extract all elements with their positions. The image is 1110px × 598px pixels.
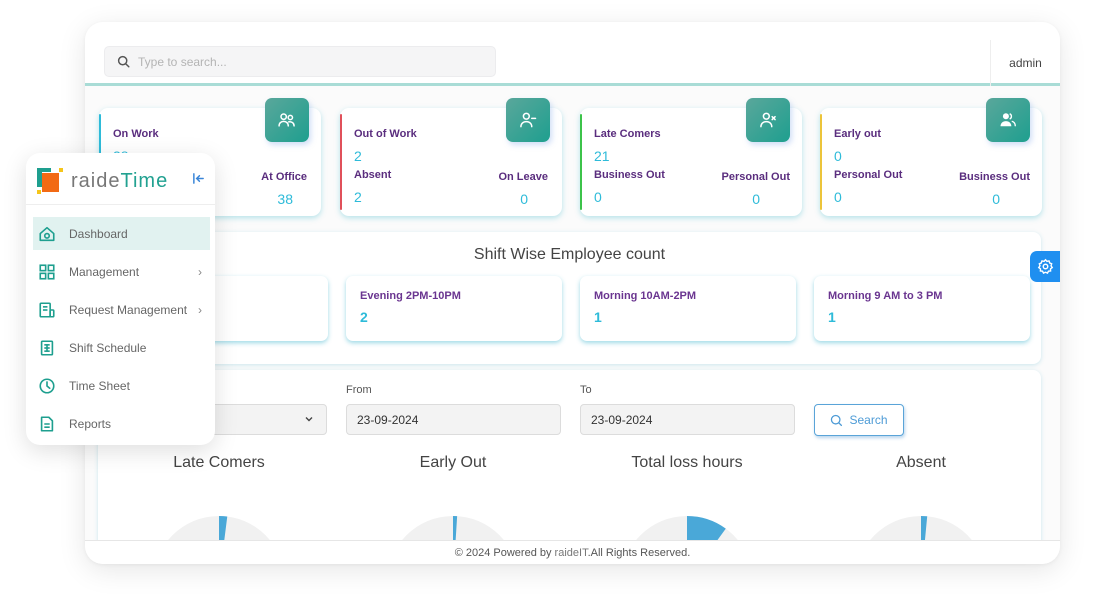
logo-mark-icon — [37, 168, 63, 194]
sidebar-item-label: Shift Schedule — [69, 340, 147, 355]
chart-title-absent: Absent — [896, 454, 946, 471]
stat-title: Late Comers — [594, 128, 661, 140]
stat-right-label: Personal Out — [721, 171, 790, 183]
top-bar: admin — [85, 22, 1060, 86]
calendar-icon — [40, 339, 54, 356]
collapse-sidebar-icon[interactable] — [192, 172, 205, 185]
search-box[interactable] — [104, 46, 496, 77]
sidebar-item-label: Management — [69, 264, 140, 279]
sidebar-item-label: Dashboard — [69, 226, 128, 241]
stat-right-label: Business Out — [959, 171, 1030, 183]
user-menu[interactable]: admin — [990, 40, 1060, 86]
stat-card-early-out[interactable]: Early out 0 Personal Out 0 Business Out … — [820, 98, 1042, 216]
user-name: admin — [1009, 56, 1042, 70]
sidebar-item-reports[interactable]: Reports — [33, 407, 210, 440]
chevron-right-icon: › — [198, 264, 202, 279]
sidebar-item-label: Reports — [69, 416, 112, 431]
search-input[interactable] — [138, 54, 468, 69]
stat-right-value: 0 — [992, 191, 1000, 207]
shift-card[interactable]: Morning 10AM-2PM 1 — [580, 276, 796, 341]
sidebar-item-request-management[interactable]: Request Management › — [33, 293, 210, 326]
sidebar-header: raideTime — [26, 153, 215, 205]
search-icon — [831, 414, 843, 426]
clock-icon — [39, 377, 55, 394]
stat-title: On Work — [113, 128, 159, 140]
users-icon — [265, 98, 309, 142]
shift-title: Shift Wise Employee count — [473, 246, 666, 263]
user-minus-icon — [506, 98, 550, 142]
card-accent — [580, 114, 582, 210]
sidebar-item-label: Time Sheet — [69, 378, 130, 393]
sidebar-item-management[interactable]: Management › — [33, 255, 210, 288]
home-icon — [39, 226, 55, 241]
stat-left-value: 2 — [354, 189, 362, 205]
to-label: To — [580, 384, 592, 396]
stat-left-value: 0 — [834, 189, 842, 205]
search-icon — [117, 55, 130, 68]
stat-left-label: Business Out — [594, 169, 665, 181]
shift-count: 2 — [360, 309, 368, 325]
shift-label: Morning 9 AM to 3 PM — [828, 290, 943, 302]
grid-icon — [39, 263, 55, 280]
chart-title-early-out: Early Out — [419, 454, 487, 471]
sidebar-item-shift-schedule[interactable]: Shift Schedule — [33, 331, 210, 364]
stat-right-label: On Leave — [498, 171, 548, 183]
chevron-right-icon: › — [198, 302, 202, 317]
card-accent — [820, 114, 822, 210]
logo-text-raide: raide — [71, 169, 121, 192]
shift-count: 1 — [594, 309, 602, 325]
to-date-value: 23-09-2024 — [591, 412, 653, 427]
stat-value: 21 — [594, 148, 610, 164]
request-icon — [39, 301, 55, 318]
sidebar-item-time-sheet[interactable]: Time Sheet — [33, 369, 210, 402]
sidebar-item-label: Request Management — [69, 302, 188, 317]
stat-left-value: 0 — [594, 189, 602, 205]
stat-title: Out of Work — [354, 128, 417, 140]
logo-text-time: Time — [120, 169, 169, 192]
app-window: admin On Work 38 At Office 38 Out of Wor… — [85, 22, 1060, 564]
card-accent — [340, 114, 342, 210]
from-date-input[interactable]: 23-09-2024 — [346, 404, 561, 435]
shift-label: Morning 10AM-2PM — [594, 290, 697, 302]
stat-title: Early out — [834, 128, 882, 140]
stat-value: 0 — [834, 148, 842, 164]
stat-left-label: Personal Out — [834, 169, 903, 181]
chart-title-total-loss-hours: Total loss hours — [631, 454, 743, 471]
footer-brand-link[interactable]: raideIT — [555, 547, 588, 559]
footer-prefix: © 2024 Powered by — [454, 547, 555, 559]
from-label: From — [346, 384, 372, 396]
settings-button[interactable] — [1030, 251, 1060, 282]
gear-icon — [1037, 258, 1053, 274]
search-button[interactable]: Search — [814, 404, 904, 436]
shift-count: 1 — [828, 309, 836, 325]
search-button-label: Search — [849, 413, 888, 427]
shift-label: Evening 2PM-10PM — [360, 290, 461, 302]
report-panel: From 23-09-2024 To 23-09-2024 Search Lat… — [98, 370, 1041, 550]
stat-card-late-comers[interactable]: Late Comers 21 Business Out 0 Personal O… — [580, 98, 802, 216]
stat-card-out-of-work[interactable]: Out of Work 2 Absent 2 On Leave 0 — [340, 98, 562, 216]
chevron-down-icon — [305, 417, 313, 422]
from-date-value: 23-09-2024 — [357, 412, 419, 427]
stat-left-label: Absent — [354, 169, 392, 181]
stat-right-value: 0 — [752, 191, 760, 207]
shift-card[interactable]: Evening 2PM-10PM 2 — [346, 276, 562, 341]
footer-suffix: .All Rights Reserved. — [587, 547, 691, 559]
shift-card[interactable]: Morning 9 AM to 3 PM 1 — [814, 276, 1030, 341]
sidebar-item-dashboard[interactable]: Dashboard — [33, 217, 210, 250]
user-x-icon — [746, 98, 790, 142]
sidebar: raideTime Dashboard Management › Request… — [26, 153, 215, 445]
to-date-input[interactable]: 23-09-2024 — [580, 404, 795, 435]
stat-value: 2 — [354, 148, 362, 164]
chart-title-late-comers: Late Comers — [173, 454, 265, 471]
stat-right-label: At Office — [261, 171, 307, 183]
stat-right-value: 38 — [277, 191, 293, 207]
logo-text: raideTime — [71, 170, 168, 193]
user-group-icon — [986, 98, 1030, 142]
footer: © 2024 Powered by raideIT.All Rights Res… — [85, 540, 1060, 564]
stat-right-value: 0 — [520, 191, 528, 207]
logo[interactable]: raideTime — [37, 168, 168, 194]
report-icon — [40, 415, 54, 432]
shift-panel: Shift Wise Employee count Evening 2PM-10… — [98, 232, 1041, 364]
